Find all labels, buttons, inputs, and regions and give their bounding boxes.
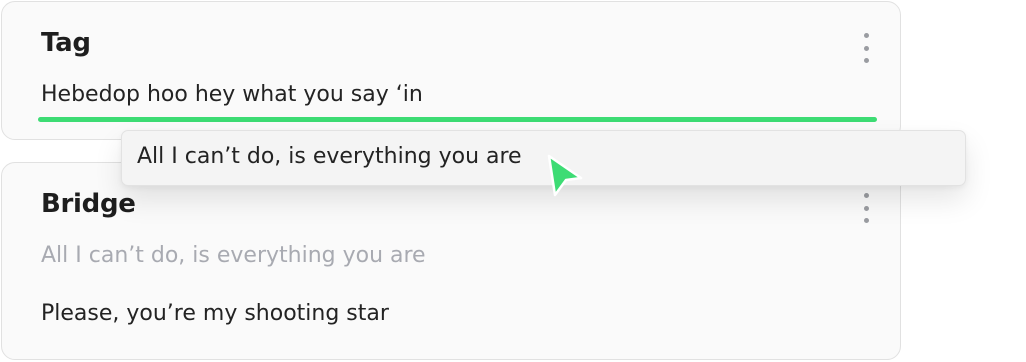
lyrics-editor: Tag Hebedop hoo hey what you say ‘in Bri… — [0, 0, 1026, 362]
cursor-arrow-icon — [547, 154, 583, 197]
lyric-line[interactable]: Please, you’re my shooting star — [41, 301, 389, 326]
more-options-button[interactable] — [862, 33, 870, 63]
lyric-section-card-bridge: Bridge All I can’t do, is everything you… — [1, 162, 901, 360]
more-vertical-icon — [863, 193, 869, 198]
active-input-underline — [38, 117, 877, 122]
suggestion-text: All I can’t do, is everything you are — [137, 144, 522, 169]
lyric-line-placeholder[interactable]: All I can’t do, is everything you are — [41, 243, 426, 268]
autocomplete-suggestion[interactable]: All I can’t do, is everything you are — [121, 130, 966, 186]
lyric-section-card-tag: Tag Hebedop hoo hey what you say ‘in — [1, 1, 901, 140]
more-vertical-icon — [863, 33, 869, 38]
more-options-button[interactable] — [862, 193, 870, 223]
lyric-line-input[interactable]: Hebedop hoo hey what you say ‘in — [41, 82, 423, 107]
section-title: Tag — [41, 28, 91, 58]
section-title: Bridge — [41, 189, 136, 219]
